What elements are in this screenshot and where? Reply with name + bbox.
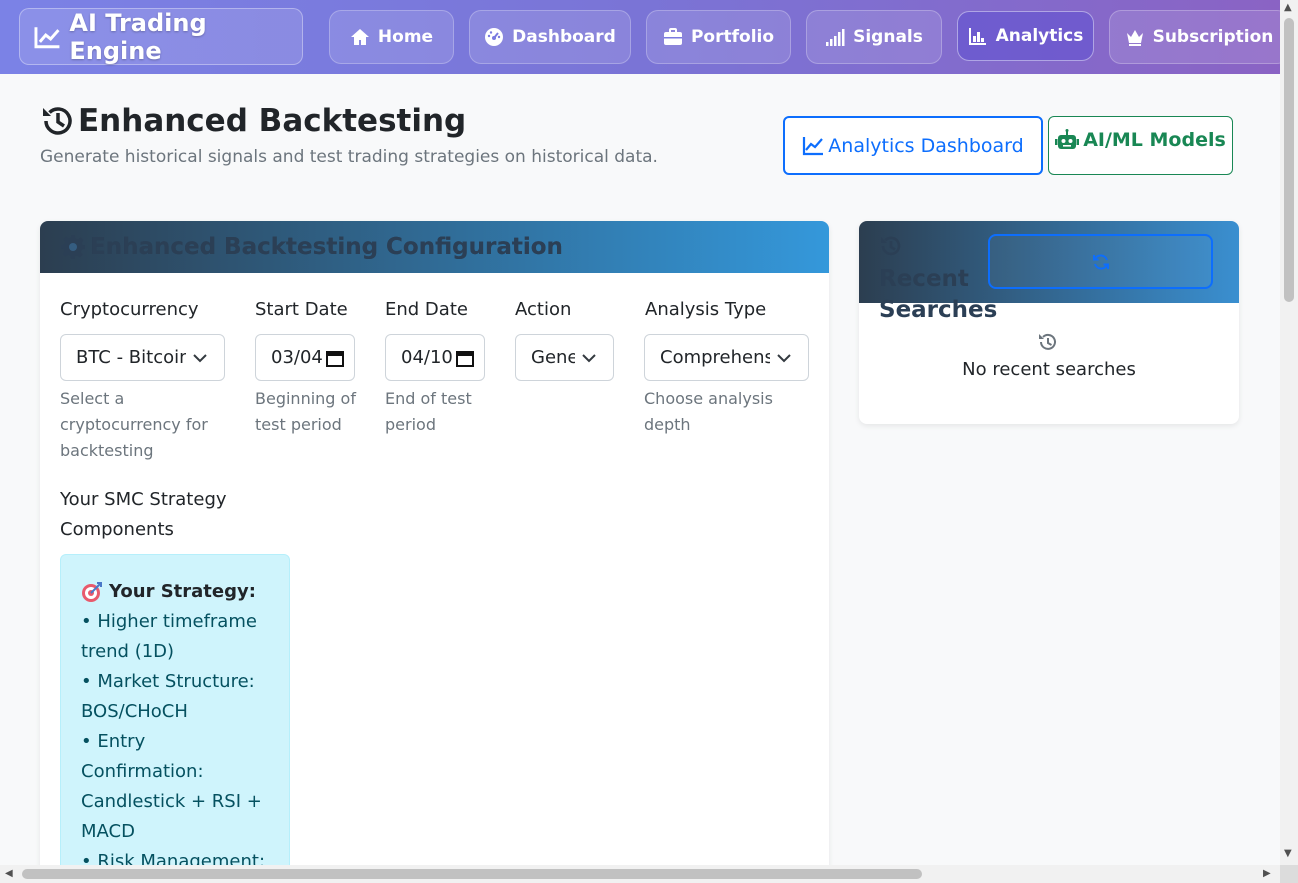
- scroll-up-arrow-icon[interactable]: ▲: [1284, 2, 1292, 13]
- nav-home[interactable]: Home: [329, 10, 454, 64]
- start-date-help: Beginning of test period: [255, 389, 356, 434]
- strategy-info-box: Your Strategy: • Higher timeframe trend …: [60, 554, 290, 883]
- analysis-type-help: Choose analysis depth: [644, 389, 773, 434]
- crown-icon: [1126, 30, 1143, 46]
- gear-icon: [61, 235, 85, 259]
- strategy-item: • Higher timeframe trend (1D): [81, 611, 257, 662]
- calendar-icon[interactable]: [456, 349, 474, 367]
- start-date-label: Start Date: [255, 299, 348, 320]
- history-icon: [43, 107, 72, 135]
- scrollbar-corner: [1280, 865, 1298, 883]
- config-card-header: Enhanced Backtesting Configuration: [40, 221, 829, 273]
- target-icon: [82, 582, 102, 602]
- end-date-help: End of test period: [385, 389, 472, 434]
- analytics-dashboard-button[interactable]: Analytics Dashboard: [783, 116, 1043, 175]
- backtest-config-card: Enhanced Backtesting Configuration Crypt…: [40, 221, 829, 883]
- recent-searches-card: Recent Searches No recent searches: [859, 221, 1239, 424]
- robot-icon: [1055, 129, 1080, 149]
- home-icon: [350, 29, 369, 45]
- vertical-scrollbar-thumb[interactable]: [1284, 18, 1294, 302]
- scroll-left-arrow-icon[interactable]: ◀: [5, 868, 13, 879]
- calendar-icon[interactable]: [326, 349, 344, 367]
- chevron-down-icon: [777, 353, 791, 362]
- refresh-recent-button[interactable]: [988, 234, 1213, 289]
- no-recent-searches-text: No recent searches: [962, 359, 1136, 380]
- crypto-label: Cryptocurrency: [60, 299, 199, 320]
- analysis-type-label: Analysis Type: [645, 299, 767, 320]
- crypto-select[interactable]: BTC - Bitcoin: [60, 334, 225, 381]
- strategy-heading: Your Strategy:: [81, 577, 269, 607]
- nav-subscription[interactable]: Subscription: [1109, 10, 1280, 64]
- crypto-help: Select a cryptocurrency for backtesting: [60, 389, 208, 460]
- nav-dashboard[interactable]: Dashboard: [469, 10, 631, 64]
- line-chart-icon: [803, 136, 824, 155]
- nav-portfolio[interactable]: Portfolio: [646, 10, 791, 64]
- history-icon: [1039, 333, 1056, 350]
- chevron-down-icon: [582, 353, 596, 362]
- nav-signals[interactable]: Signals: [806, 10, 942, 64]
- page-subtitle: Generate historical signals and test tra…: [40, 147, 658, 167]
- history-icon: [881, 236, 901, 256]
- recent-searches-title: Recent Searches: [879, 233, 997, 326]
- signal-bars-icon: [826, 29, 845, 46]
- action-label: Action: [515, 299, 572, 320]
- strategy-item: • Entry Confirmation: Candlestick + RSI …: [81, 731, 262, 842]
- line-chart-icon: [34, 26, 60, 48]
- nav-analytics[interactable]: Analytics: [957, 11, 1094, 61]
- horizontal-scrollbar-thumb[interactable]: [22, 869, 922, 879]
- recent-searches-header: Recent Searches: [859, 221, 1239, 323]
- scroll-down-arrow-icon[interactable]: ▼: [1284, 848, 1292, 859]
- ai-ml-models-button[interactable]: AI/ML Models: [1048, 116, 1233, 175]
- page-title: Enhanced Backtesting: [40, 103, 466, 139]
- refresh-icon: [1092, 253, 1109, 270]
- strategy-item: • Market Structure: BOS/CHoCH: [81, 671, 255, 722]
- brand-logo[interactable]: AI Trading Engine: [19, 8, 303, 65]
- brand-title: AI Trading Engine: [69, 8, 207, 65]
- top-navbar: AI Trading Engine Home Dashboard Portfol…: [0, 0, 1280, 74]
- bar-chart-icon: [968, 28, 986, 45]
- chevron-down-icon: [193, 353, 207, 362]
- action-select[interactable]: Generate: [515, 334, 614, 381]
- strategy-components-label: Your SMC Strategy Components: [60, 489, 227, 540]
- config-card-title: Enhanced Backtesting Configuration: [90, 234, 563, 260]
- analysis-type-select[interactable]: Comprehensive: [644, 334, 809, 381]
- end-date-input[interactable]: 04/10: [385, 334, 485, 381]
- gauge-icon: [485, 28, 504, 46]
- briefcase-icon: [663, 28, 682, 45]
- start-date-input[interactable]: 03/04: [255, 334, 355, 381]
- end-date-label: End Date: [385, 299, 468, 320]
- scroll-right-arrow-icon[interactable]: ▶: [1263, 868, 1271, 879]
